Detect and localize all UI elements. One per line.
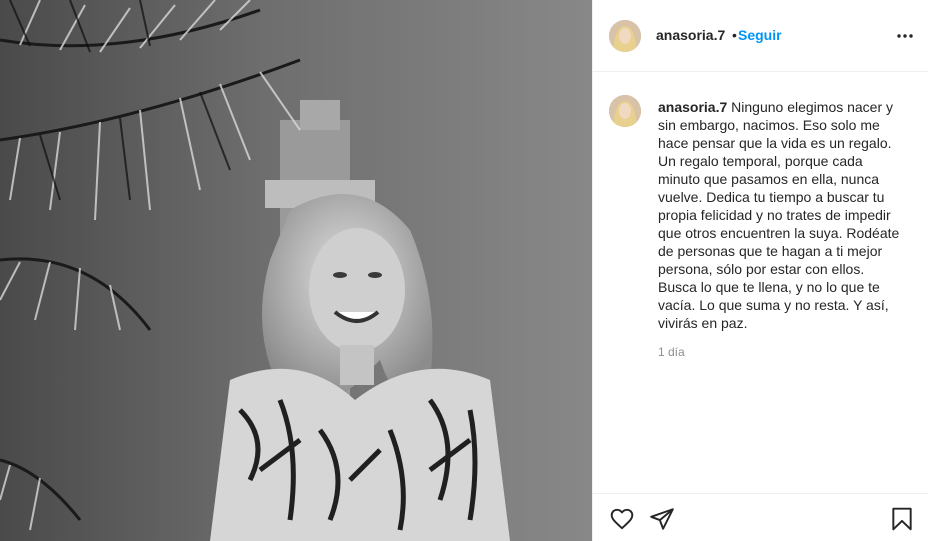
separator-dot: • [732, 27, 737, 43]
post-photo[interactable] [0, 0, 592, 541]
follow-button[interactable]: Seguir [738, 27, 782, 43]
post-timestamp[interactable]: 1 día [658, 345, 685, 359]
bookmark-icon[interactable] [889, 506, 915, 532]
caption: anasoria.7 Ninguno elegimos nacer y sin … [658, 98, 903, 332]
header-username[interactable]: anasoria.7 [656, 27, 725, 43]
heart-icon[interactable] [609, 506, 635, 532]
caption-area: anasoria.7 Ninguno elegimos nacer y sin … [593, 73, 928, 493]
caption-text: Ninguno elegimos nacer y sin embargo, na… [658, 99, 900, 331]
caption-avatar[interactable] [609, 95, 641, 127]
more-options-icon[interactable] [895, 28, 915, 44]
caption-username[interactable]: anasoria.7 [658, 99, 727, 115]
avatar[interactable] [609, 20, 641, 52]
avatar-image [609, 20, 641, 52]
post-header: anasoria.7 • Seguir [593, 0, 928, 72]
post-photo-image [0, 0, 592, 541]
post-actions [593, 493, 928, 541]
paper-plane-icon[interactable] [649, 506, 675, 532]
post-side-panel: anasoria.7 • Seguir anasoria.7 Ninguno e… [592, 0, 928, 541]
caption-avatar-image [609, 95, 641, 127]
instagram-post: anasoria.7 • Seguir anasoria.7 Ninguno e… [0, 0, 928, 541]
